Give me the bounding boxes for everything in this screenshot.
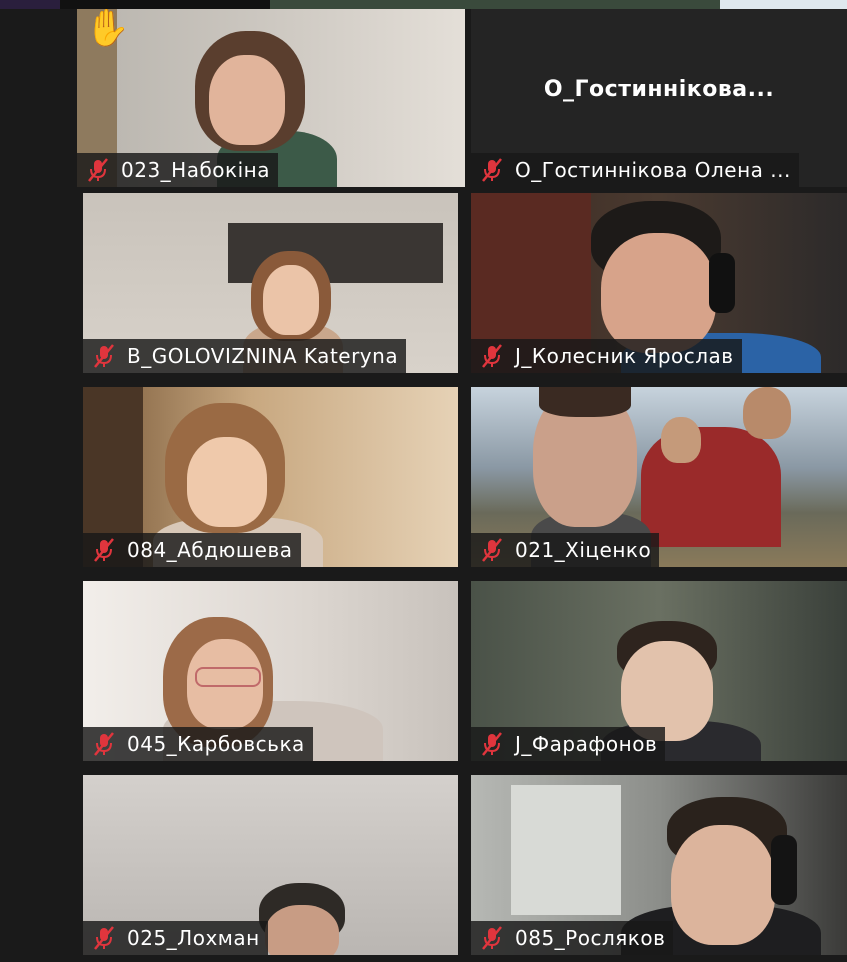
participant-name-bar: О_Гостиннікова Олена ...	[471, 153, 799, 187]
muted-mic-icon	[479, 925, 505, 951]
participant-name: J_Фарафонов	[515, 732, 658, 756]
participant-name-bar: 025_Лохман	[83, 921, 268, 955]
muted-mic-icon	[91, 925, 117, 951]
participant-name: 085_Росляков	[515, 926, 666, 950]
participant-tile-5[interactable]: 084_Абдюшева	[83, 387, 458, 567]
participant-name-bar: 045_Карбовська	[83, 727, 313, 761]
muted-mic-icon	[479, 343, 505, 369]
participant-name-bar: 084_Абдюшева	[83, 533, 301, 567]
participant-name: 025_Лохман	[127, 926, 260, 950]
participant-name: 023_Набокіна	[121, 158, 271, 182]
participant-name-bar: 023_Набокіна	[77, 153, 279, 187]
muted-mic-icon	[91, 731, 117, 757]
muted-mic-icon	[479, 731, 505, 757]
participant-name-bar: J_Колесник Ярослав	[471, 339, 742, 373]
participant-name: 045_Карбовська	[127, 732, 305, 756]
participant-name-bar: 085_Росляков	[471, 921, 674, 955]
raised-hand-icon: ✋	[85, 9, 130, 49]
participant-name-bar: J_Фарафонов	[471, 727, 666, 761]
participant-display-name: О_Гостиннікова...	[543, 77, 775, 102]
muted-mic-icon	[85, 157, 111, 183]
participant-tile-10[interactable]: 085_Росляков	[471, 775, 847, 955]
participant-tile-2[interactable]: О_Гостиннікова... О_Гостиннікова Олена .…	[471, 9, 847, 187]
participant-tile-9[interactable]: 025_Лохман	[83, 775, 458, 955]
participant-name: J_Колесник Ярослав	[515, 344, 734, 368]
muted-mic-icon	[479, 157, 505, 183]
participant-name: О_Гостиннікова Олена ...	[515, 158, 791, 182]
participant-tile-3[interactable]: B_GOLOVIZNINA Kateryna	[83, 193, 458, 373]
participant-tile-4[interactable]: J_Колесник Ярослав	[471, 193, 847, 373]
participant-name: B_GOLOVIZNINA Kateryna	[127, 344, 399, 368]
muted-mic-icon	[91, 343, 117, 369]
participant-name-bar: 021_Хіценко	[471, 533, 660, 567]
participant-name: 021_Хіценко	[515, 538, 652, 562]
top-strip	[0, 0, 847, 9]
participant-name: 084_Абдюшева	[127, 538, 293, 562]
muted-mic-icon	[479, 537, 505, 563]
participant-tile-6[interactable]: 021_Хіценко	[471, 387, 847, 567]
participant-tile-1[interactable]: ✋ 023_Набокіна	[77, 9, 465, 187]
participant-tile-7[interactable]: 045_Карбовська	[83, 581, 458, 761]
muted-mic-icon	[91, 537, 117, 563]
participant-name-bar: B_GOLOVIZNINA Kateryna	[83, 339, 407, 373]
participant-tile-8[interactable]: J_Фарафонов	[471, 581, 847, 761]
